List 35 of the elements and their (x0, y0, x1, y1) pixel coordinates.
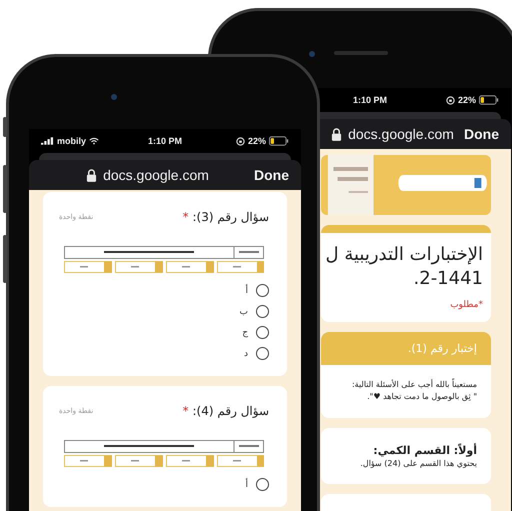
camera-icon (111, 94, 117, 100)
url-text: docs.google.com (103, 167, 209, 183)
done-button[interactable]: Done (254, 167, 289, 183)
part-description: يحتوي هذا القسم على (24) سؤال. (359, 459, 477, 468)
battery-percent: 22% (248, 136, 266, 146)
form-title: الإختبارات التدريبية ل (329, 243, 483, 267)
radio-option[interactable]: ج (59, 326, 269, 339)
radio-option[interactable]: أ (59, 284, 269, 297)
status-time: 1:10 PM (148, 136, 182, 146)
section-header: إختبار رقم (1). (321, 332, 491, 365)
question-title: سؤال رقم (4): * (182, 404, 269, 418)
lock-icon (331, 128, 342, 140)
part-title: أولاً: القسم الكمي: (372, 444, 477, 458)
radio-option[interactable]: ب (59, 305, 269, 318)
required-note: *مطلوب (449, 300, 483, 310)
rotation-lock-icon (446, 96, 455, 104)
intro-text: " ثِق بالوصول ما دمت تجاهد ♥". (366, 391, 477, 404)
form-title: .2-1441 (412, 267, 483, 292)
status-time: 1:10 PM (353, 95, 388, 105)
intro-text: مستعيناً بالله أجب على الأسئلة التالية: (350, 378, 477, 391)
camera-icon (309, 51, 315, 57)
carrier-name: mobily (57, 136, 86, 146)
rotation-lock-icon (236, 136, 245, 146)
battery-icon (269, 136, 290, 146)
signal-icon (41, 137, 54, 145)
wifi-icon (89, 137, 100, 145)
speaker-grille (334, 51, 388, 55)
lock-icon (86, 168, 98, 182)
radio-option[interactable]: أ (59, 478, 269, 491)
question-title: سؤال رقم (3): * (182, 210, 269, 224)
url-text: docs.google.com (348, 126, 454, 142)
done-button[interactable]: Done (464, 126, 499, 142)
battery-percent: 22% (458, 95, 476, 105)
radio-option[interactable]: د (59, 347, 269, 360)
battery-icon (479, 95, 500, 105)
